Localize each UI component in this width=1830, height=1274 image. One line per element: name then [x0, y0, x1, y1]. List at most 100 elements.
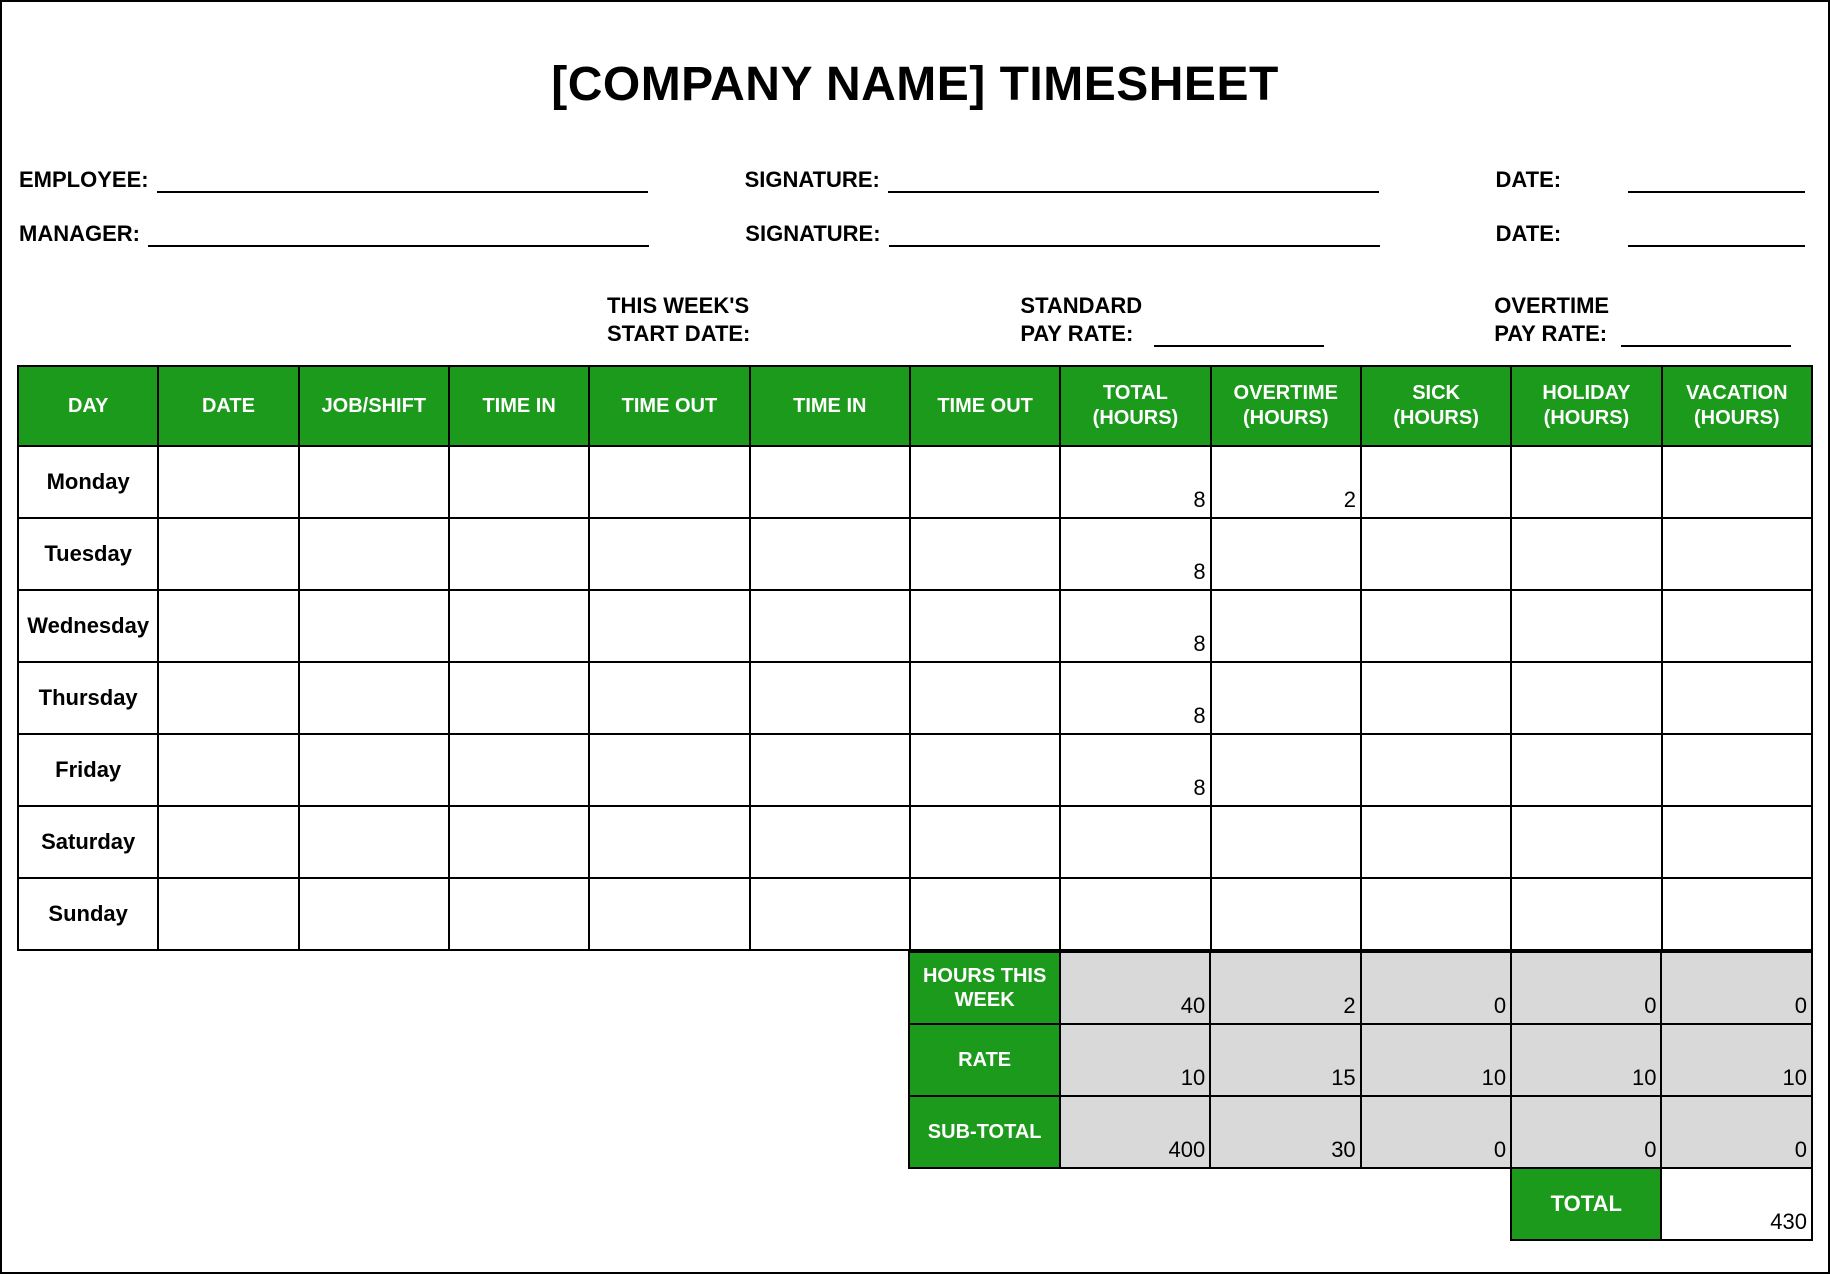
hours-sick[interactable]: 0: [1361, 952, 1511, 1024]
rate-ot[interactable]: 15: [1210, 1024, 1360, 1096]
employee-signature-line[interactable]: [888, 191, 1380, 193]
vacation-hours-cell[interactable]: [1662, 590, 1812, 662]
total-hours-cell[interactable]: [1060, 878, 1210, 950]
holiday-hours-cell[interactable]: [1511, 806, 1661, 878]
vacation-hours-cell[interactable]: [1662, 446, 1812, 518]
job-shift-cell[interactable]: [299, 878, 449, 950]
holiday-hours-cell[interactable]: [1511, 446, 1661, 518]
holiday-hours-cell[interactable]: [1511, 662, 1661, 734]
time-in-1-cell[interactable]: [449, 518, 589, 590]
total-hours-cell[interactable]: 8: [1060, 662, 1210, 734]
total-hours-cell[interactable]: 8: [1060, 590, 1210, 662]
sick-hours-cell[interactable]: [1361, 806, 1511, 878]
time-out-1-cell[interactable]: [589, 518, 749, 590]
rate-total[interactable]: 10: [1060, 1024, 1210, 1096]
time-out-1-cell[interactable]: [589, 878, 749, 950]
overtime-hours-cell[interactable]: [1211, 878, 1361, 950]
subtotal-ot[interactable]: 30: [1210, 1096, 1360, 1168]
time-out-1-cell[interactable]: [589, 662, 749, 734]
date-cell[interactable]: [158, 590, 298, 662]
overtime-hours-cell[interactable]: [1211, 734, 1361, 806]
date-cell[interactable]: [158, 518, 298, 590]
vacation-hours-cell[interactable]: [1662, 518, 1812, 590]
date-cell[interactable]: [158, 878, 298, 950]
vacation-hours-cell[interactable]: [1662, 734, 1812, 806]
time-out-2-cell[interactable]: [910, 446, 1060, 518]
job-shift-cell[interactable]: [299, 590, 449, 662]
time-in-1-cell[interactable]: [449, 446, 589, 518]
hours-vacation[interactable]: 0: [1661, 952, 1812, 1024]
date-cell[interactable]: [158, 662, 298, 734]
time-out-1-cell[interactable]: [589, 446, 749, 518]
time-in-1-cell[interactable]: [449, 590, 589, 662]
time-out-2-cell[interactable]: [910, 806, 1060, 878]
overtime-rate-line[interactable]: [1621, 345, 1791, 347]
standard-rate-line[interactable]: [1154, 345, 1324, 347]
job-shift-cell[interactable]: [299, 446, 449, 518]
time-out-1-cell[interactable]: [589, 734, 749, 806]
time-in-2-cell[interactable]: [750, 806, 910, 878]
total-hours-cell[interactable]: 8: [1060, 446, 1210, 518]
hours-ot[interactable]: 2: [1210, 952, 1360, 1024]
job-shift-cell[interactable]: [299, 734, 449, 806]
time-out-2-cell[interactable]: [910, 590, 1060, 662]
time-in-1-cell[interactable]: [449, 734, 589, 806]
rate-holiday[interactable]: 10: [1511, 1024, 1661, 1096]
time-in-1-cell[interactable]: [449, 662, 589, 734]
sick-hours-cell[interactable]: [1361, 590, 1511, 662]
grand-total-value[interactable]: 430: [1661, 1168, 1812, 1240]
employee-date-line[interactable]: [1628, 191, 1805, 193]
date-cell[interactable]: [158, 734, 298, 806]
time-in-1-cell[interactable]: [449, 878, 589, 950]
time-in-2-cell[interactable]: [750, 662, 910, 734]
holiday-hours-cell[interactable]: [1511, 734, 1661, 806]
holiday-hours-cell[interactable]: [1511, 590, 1661, 662]
sick-hours-cell[interactable]: [1361, 446, 1511, 518]
subtotal-sick[interactable]: 0: [1361, 1096, 1511, 1168]
rate-sick[interactable]: 10: [1361, 1024, 1511, 1096]
subtotal-vacation[interactable]: 0: [1661, 1096, 1812, 1168]
employee-field-line[interactable]: [157, 191, 649, 193]
date-cell[interactable]: [158, 806, 298, 878]
time-in-2-cell[interactable]: [750, 518, 910, 590]
total-hours-cell[interactable]: [1060, 806, 1210, 878]
overtime-hours-cell[interactable]: [1211, 806, 1361, 878]
vacation-hours-cell[interactable]: [1662, 878, 1812, 950]
time-in-2-cell[interactable]: [750, 590, 910, 662]
subtotal-holiday[interactable]: 0: [1511, 1096, 1661, 1168]
hours-total[interactable]: 40: [1060, 952, 1210, 1024]
job-shift-cell[interactable]: [299, 662, 449, 734]
overtime-hours-cell[interactable]: 2: [1211, 446, 1361, 518]
time-in-1-cell[interactable]: [449, 806, 589, 878]
time-out-2-cell[interactable]: [910, 662, 1060, 734]
time-out-2-cell[interactable]: [910, 734, 1060, 806]
manager-date-line[interactable]: [1628, 245, 1805, 247]
rate-vacation[interactable]: 10: [1661, 1024, 1812, 1096]
overtime-hours-cell[interactable]: [1211, 590, 1361, 662]
total-hours-cell[interactable]: 8: [1060, 734, 1210, 806]
sick-hours-cell[interactable]: [1361, 518, 1511, 590]
total-hours-cell[interactable]: 8: [1060, 518, 1210, 590]
vacation-hours-cell[interactable]: [1662, 662, 1812, 734]
manager-field-line[interactable]: [148, 245, 649, 247]
time-in-2-cell[interactable]: [750, 878, 910, 950]
time-in-2-cell[interactable]: [750, 446, 910, 518]
date-cell[interactable]: [158, 446, 298, 518]
vacation-hours-cell[interactable]: [1662, 806, 1812, 878]
time-out-2-cell[interactable]: [910, 878, 1060, 950]
overtime-hours-cell[interactable]: [1211, 518, 1361, 590]
job-shift-cell[interactable]: [299, 518, 449, 590]
sick-hours-cell[interactable]: [1361, 878, 1511, 950]
time-in-2-cell[interactable]: [750, 734, 910, 806]
holiday-hours-cell[interactable]: [1511, 518, 1661, 590]
manager-signature-line[interactable]: [889, 245, 1380, 247]
job-shift-cell[interactable]: [299, 806, 449, 878]
time-out-2-cell[interactable]: [910, 518, 1060, 590]
overtime-hours-cell[interactable]: [1211, 662, 1361, 734]
time-out-1-cell[interactable]: [589, 806, 749, 878]
sick-hours-cell[interactable]: [1361, 662, 1511, 734]
time-out-1-cell[interactable]: [589, 590, 749, 662]
sick-hours-cell[interactable]: [1361, 734, 1511, 806]
hours-holiday[interactable]: 0: [1511, 952, 1661, 1024]
subtotal-total[interactable]: 400: [1060, 1096, 1210, 1168]
